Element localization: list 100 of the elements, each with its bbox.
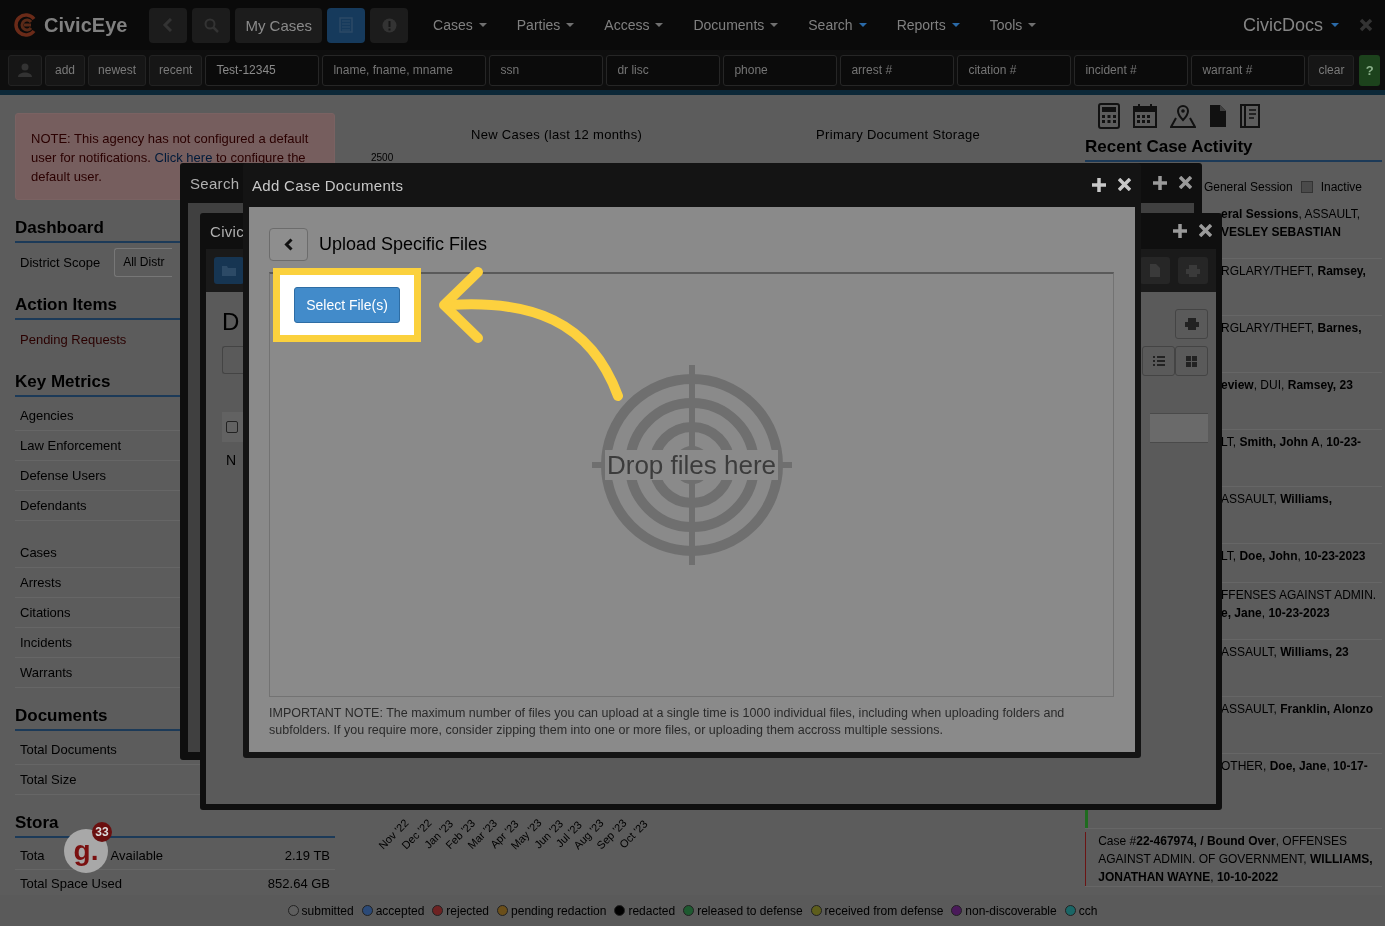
metric-label: Total Space Used: [20, 876, 122, 891]
search-icon: [203, 17, 219, 33]
activity-entry[interactable]: RGLARY/THEFT, Barnes,: [1221, 319, 1362, 372]
search-field[interactable]: lname, fname, mname: [322, 54, 487, 86]
legend-label: General Session: [1203, 180, 1293, 194]
legend-label: pending redaction: [511, 903, 607, 918]
list-view-button[interactable]: [1142, 346, 1175, 376]
activity-entry[interactable]: ASSAULT, Williams, 23: [1221, 643, 1349, 696]
scope-dropdown[interactable]: All Distr: [114, 247, 173, 277]
plus-icon[interactable]: [1153, 176, 1167, 190]
metric-label: Agencies: [20, 408, 74, 423]
search-field[interactable]: Test-12345: [205, 54, 320, 86]
metric-label: Defense Users: [20, 468, 106, 483]
search-button[interactable]: [192, 7, 231, 43]
user-icon: [18, 63, 32, 77]
nav-menu[interactable]: Parties: [516, 17, 575, 33]
grid-icon: [1186, 355, 1197, 367]
file-button[interactable]: [1140, 257, 1170, 284]
legend-label: released to defense: [697, 903, 803, 918]
activity-entry[interactable]: FFENSES AGAINST ADMIN. e, Jane, 10-23-2023: [1221, 586, 1382, 639]
calendar-icon[interactable]: [1133, 104, 1157, 128]
plus-icon[interactable]: [1173, 224, 1187, 238]
legend-label: rejected: [446, 903, 490, 918]
legend-label: submitted: [301, 903, 354, 918]
activity-entry[interactable]: LT, Smith, John A, 10-23-: [1221, 433, 1362, 486]
legend-swatch: [1300, 181, 1313, 193]
activity-entry[interactable]: LT, Doe, John, 10-23-2023: [1221, 547, 1366, 582]
activity-entry[interactable]: eral Sessions, ASSAULT, VESLEY SEBASTIAN: [1221, 205, 1382, 258]
metric-label: Cases: [20, 545, 57, 560]
print-button[interactable]: [1175, 309, 1208, 339]
activity-entry[interactable]: ASSAULT, Franklin, Alonzo: [1221, 700, 1374, 753]
back-button[interactable]: [269, 228, 308, 261]
legend-label: received from defense: [824, 903, 944, 918]
nav-menu[interactable]: Tools: [989, 17, 1037, 33]
map-pin-icon[interactable]: [1170, 104, 1196, 128]
metric-label: Total Documents: [20, 742, 117, 757]
app-switcher[interactable]: CivicDocs: [1243, 14, 1339, 36]
nav-menu[interactable]: Search: [808, 17, 867, 33]
activity-entry[interactable]: RGLARY/THEFT, Ramsey,: [1221, 262, 1366, 315]
legend-label: non-discoverable: [965, 903, 1057, 918]
configure-link[interactable]: Click here: [154, 150, 213, 165]
file-icon[interactable]: [1209, 104, 1227, 128]
search-field[interactable]: arrest #: [840, 54, 955, 86]
chevron-left-icon: [162, 18, 175, 32]
checkbox[interactable]: [226, 421, 238, 433]
alert-button[interactable]: [370, 7, 409, 43]
metric-label: Tota: [20, 848, 45, 863]
metric-value: 852.64 GB: [267, 876, 331, 891]
search-field[interactable]: ssn: [489, 54, 604, 86]
search-field[interactable]: warrant #: [1191, 54, 1306, 86]
chart-title: New Cases (last 12 months): [471, 127, 643, 142]
window-title: Search: [190, 174, 240, 192]
pending-requests-link[interactable]: Pending Requests: [20, 331, 127, 347]
print-button[interactable]: [1178, 257, 1208, 284]
legend-label: redacted: [628, 903, 676, 918]
nav-menu[interactable]: Cases: [433, 17, 487, 33]
metric-label: Defendants: [20, 498, 87, 513]
metric-value: 2.19 TB: [284, 848, 331, 863]
search-field[interactable]: dr lisc: [606, 54, 721, 86]
metric-label: Law Enforcement: [20, 438, 122, 453]
list-icon: [1152, 356, 1165, 366]
search-field[interactable]: citation #: [957, 54, 1072, 86]
book-icon[interactable]: [1240, 104, 1260, 128]
metric-label: Total Size: [20, 772, 77, 787]
legend-label: accepted: [375, 903, 425, 918]
help-button[interactable]: ?: [1359, 54, 1380, 86]
search-field[interactable]: incident #: [1074, 54, 1189, 86]
list-button[interactable]: [327, 7, 366, 43]
metric-label: Citations: [20, 605, 71, 620]
metric-label: Arrests: [20, 575, 62, 590]
metric-label: Available: [110, 848, 164, 863]
chevron-left-icon: [284, 238, 293, 251]
user-button[interactable]: [8, 54, 42, 86]
my-cases-button[interactable]: My Cases: [235, 7, 323, 43]
logo-icon: [14, 13, 38, 37]
close-icon[interactable]: [1199, 224, 1212, 237]
search-bar-button[interactable]: add: [45, 54, 86, 86]
clear-button[interactable]: clear: [1308, 54, 1355, 86]
nav-menu[interactable]: Documents: [693, 17, 779, 33]
plus-icon[interactable]: [1092, 178, 1106, 192]
table-row: [1150, 413, 1208, 443]
drop-hint: Drop files here: [604, 450, 779, 480]
activity-entry[interactable]: eview, DUI, Ramsey, 23: [1221, 376, 1353, 429]
nav-menu[interactable]: Reports: [896, 17, 960, 33]
field-label: District Scope: [20, 254, 101, 270]
grid-view-button[interactable]: [1175, 346, 1208, 376]
search-field[interactable]: phone: [723, 54, 838, 86]
close-icon[interactable]: [1179, 176, 1192, 189]
notification-count: 33: [92, 822, 112, 842]
activity-entry[interactable]: ASSAULT, Williams,: [1221, 490, 1333, 543]
select-files-button[interactable]: Select File(s): [294, 287, 400, 323]
search-bar-button[interactable]: recent: [149, 54, 203, 86]
calculator-icon[interactable]: [1098, 103, 1120, 129]
folder-button[interactable]: [214, 257, 244, 284]
nav-menu[interactable]: Access: [604, 17, 664, 33]
activity-entry[interactable]: OTHER, Doe, Jane, 10-17-: [1221, 757, 1368, 828]
brand-name: CivicEye: [44, 13, 128, 37]
activity-entry[interactable]: Case #22-467974, / Bound Over, OFFENSES AGAINST ADMIN. OF GOVERNMENT, WILLIAMS, JONATHAN WAYNE, 10-10-2022: [1086, 832, 1382, 886]
search-bar-button[interactable]: newest: [88, 54, 147, 86]
metric-label: Incidents: [20, 635, 73, 650]
